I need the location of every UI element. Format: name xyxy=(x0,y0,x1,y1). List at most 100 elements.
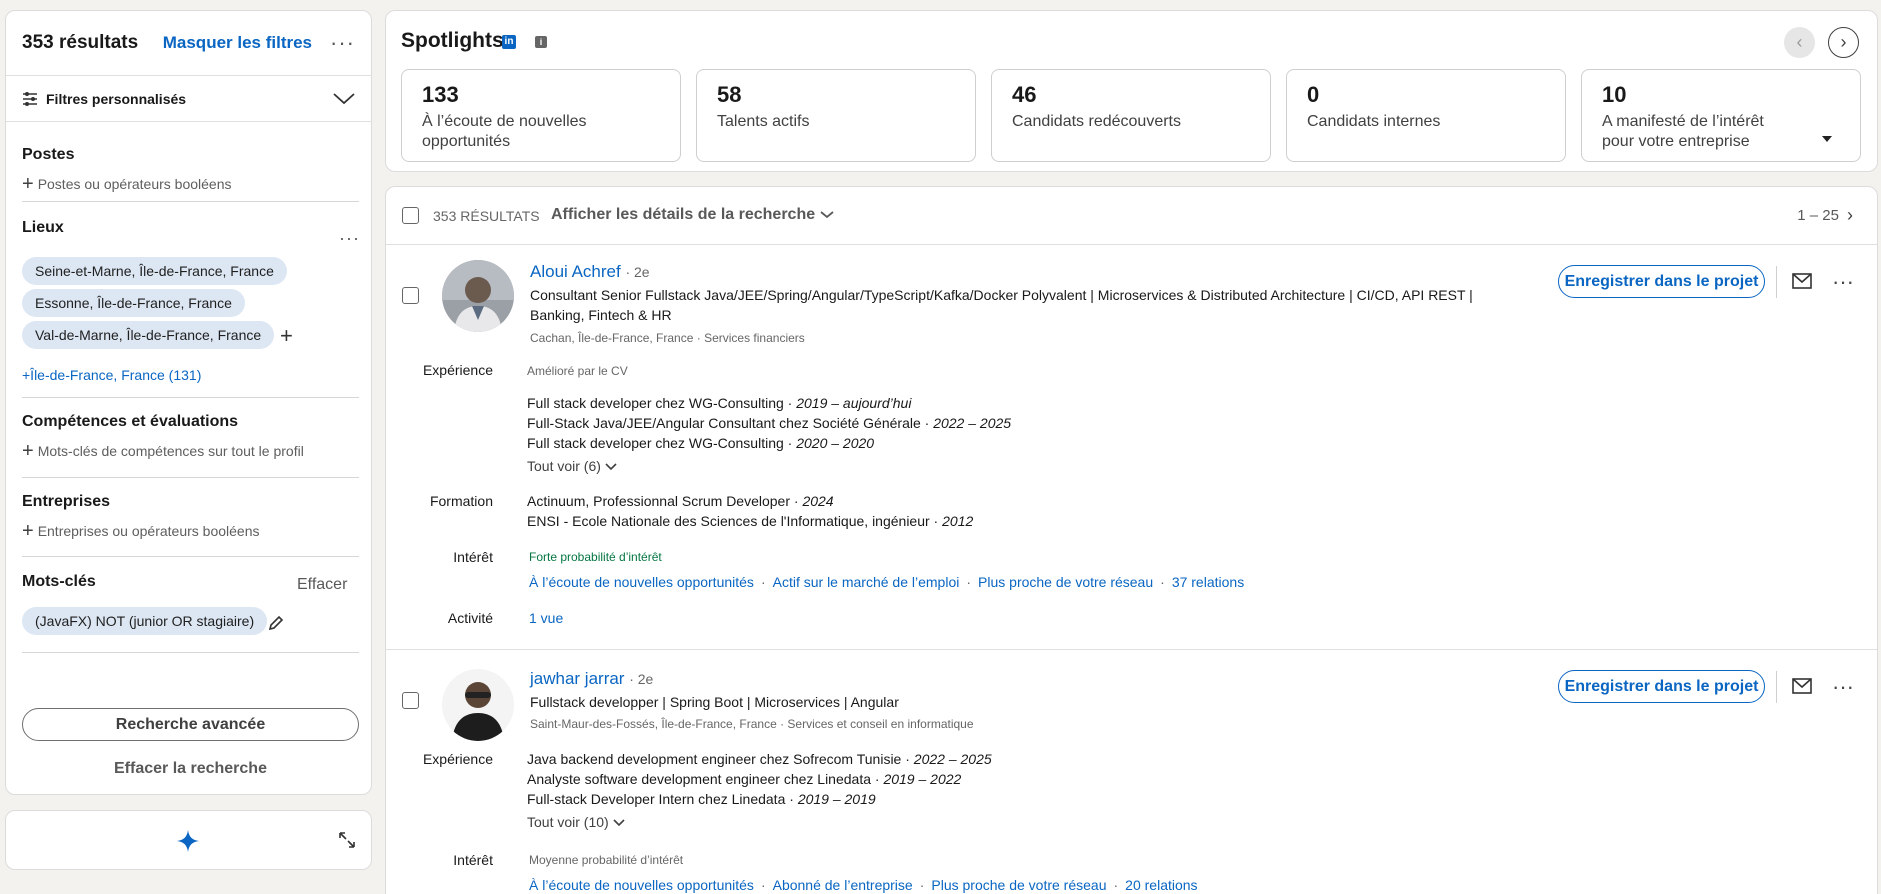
spotlight-stat[interactable]: 10 A manifesté de l’intérêt pour votre e… xyxy=(1581,69,1861,162)
keyword-pill[interactable]: (JavaFX) NOT (junior OR stagiaire) xyxy=(22,607,268,635)
candidate-avatar[interactable] xyxy=(442,669,514,741)
stat-label: Candidats redécouverts xyxy=(1012,113,1181,130)
mail-icon[interactable] xyxy=(1792,273,1812,289)
spotlight-stat[interactable]: 133 À l’écoute de nouvelles opportunités xyxy=(401,69,681,162)
formation-text: Actinuum, Professionnal Scrum Developer … xyxy=(527,493,803,509)
formation-text: ENSI - Ecole Nationale des Sciences de l… xyxy=(527,513,943,529)
hide-filters-link[interactable]: Masquer les filtres xyxy=(163,33,312,53)
edit-pencil-icon[interactable] xyxy=(268,615,284,631)
signal-link[interactable]: Abonné de l’entreprise xyxy=(773,877,913,893)
location-pill[interactable]: Essonne, Île-de-France, France xyxy=(22,289,245,317)
signals-row: À l’écoute de nouvelles opportunités · Abo… xyxy=(529,877,1198,893)
experience-line: Full stack developer chez WG-Consulting … xyxy=(527,435,874,451)
select-all-checkbox[interactable] xyxy=(402,207,419,224)
experience-dates: 2019 – 2022 xyxy=(883,771,962,787)
next-page-icon[interactable]: › xyxy=(1847,205,1853,226)
results-header: 353 RÉSULTATS Afficher les détails de la… xyxy=(386,187,1877,245)
postes-section: Postes + Postes ou opérateurs booléens xyxy=(22,146,359,194)
advanced-search-button[interactable]: Recherche avancée xyxy=(22,708,359,741)
chevron-down-icon xyxy=(333,92,355,104)
spotlight-stat[interactable]: 58 Talents actifs xyxy=(696,69,976,162)
add-competences-label: Mots-clés de compétences sur tout le pro… xyxy=(37,443,304,459)
lieux-title: Lieux xyxy=(22,219,64,236)
mail-icon[interactable] xyxy=(1792,678,1812,694)
save-to-project-button[interactable]: Enregistrer dans le projet xyxy=(1558,265,1765,298)
candidate-location: Cachan, Île-de-France, France · Services… xyxy=(530,331,805,345)
more-options-icon[interactable]: ··· xyxy=(1832,271,1854,293)
candidate-avatar[interactable] xyxy=(442,260,514,332)
divider xyxy=(1776,266,1777,298)
add-competences-button[interactable]: + Mots-clés de compétences sur tout le pr… xyxy=(22,441,359,461)
stat-label: Candidats internes xyxy=(1307,113,1441,130)
signal-link[interactable]: Plus proche de votre réseau xyxy=(931,877,1106,893)
pagination-label: 1 – 25 xyxy=(1797,207,1839,224)
results-count: 353 résultats xyxy=(22,32,139,53)
location-pill[interactable]: Val-de-Marne, Île-de-France, France xyxy=(22,321,275,349)
expand-icon[interactable] xyxy=(338,831,356,849)
experience-text: Full stack developer chez WG-Consulting … xyxy=(527,395,797,411)
signal-link[interactable]: À l’écoute de nouvelles opportunités xyxy=(529,877,754,893)
candidate-name[interactable]: Aloui Achref xyxy=(530,262,621,281)
divider xyxy=(22,397,359,398)
signal-link[interactable]: 20 relations xyxy=(1125,877,1197,893)
add-location-icon[interactable]: + xyxy=(280,323,293,349)
clear-search-button[interactable]: Effacer la recherche xyxy=(22,760,359,778)
divider xyxy=(22,652,359,653)
divider xyxy=(22,477,359,478)
prev-arrow-button[interactable]: ‹ xyxy=(1784,27,1815,58)
next-arrow-button[interactable]: › xyxy=(1828,27,1859,58)
signals-row: À l’écoute de nouvelles opportunités · Act… xyxy=(529,574,1245,590)
more-locations-link[interactable]: +Île-de-France, France (131) xyxy=(22,367,201,383)
signal-link[interactable]: Plus proche de votre réseau xyxy=(978,574,1153,590)
divider xyxy=(386,649,1877,650)
connection-degree: · 2e xyxy=(625,264,650,280)
location-pill[interactable]: Seine-et-Marne, Île-de-France, France xyxy=(22,257,287,285)
formation-line: ENSI - Ecole Nationale des Sciences de l… xyxy=(527,513,973,529)
formation-label: Formation xyxy=(429,493,493,509)
results-count-label: 353 RÉSULTATS xyxy=(433,208,540,224)
add-entreprises-button[interactable]: + Entreprises ou opérateurs booléens xyxy=(22,520,359,542)
experience-dates: 2022 – 2025 xyxy=(913,751,992,767)
experience-text: Analyste software development engineer c… xyxy=(527,771,884,787)
add-postes-button[interactable]: + Postes ou opérateurs booléens xyxy=(22,174,359,194)
divider xyxy=(22,201,359,202)
caret-down-icon[interactable] xyxy=(1822,136,1832,142)
experience-dates: 2019 – 2019 xyxy=(797,791,876,807)
experience-label: Expérience xyxy=(422,751,493,767)
candidate-name[interactable]: jawhar jarrar xyxy=(530,669,624,688)
ai-assistant-card xyxy=(5,810,372,870)
activity-link[interactable]: 1 vue xyxy=(529,610,563,626)
see-all-experience-link[interactable]: Tout voir (6) xyxy=(527,458,617,474)
candidate-name-row: jawhar jarrar · 2e xyxy=(530,669,653,689)
spotlights-card: Spotlights in i ‹ › 133 À l’écoute de no… xyxy=(385,10,1878,172)
divider xyxy=(1776,671,1777,703)
sparkle-icon[interactable] xyxy=(177,830,199,852)
stat-label: Talents actifs xyxy=(717,113,810,130)
search-details-toggle[interactable]: Afficher les détails de la recherche xyxy=(551,206,834,224)
interest-level: Forte probabilité d’intérêt xyxy=(529,550,662,564)
candidate-location: Saint-Maur-des-Fossés, Île-de-France, Fr… xyxy=(530,717,974,731)
experience-dates: 2022 – 2025 xyxy=(933,415,1012,431)
clear-keywords-button[interactable]: Effacer xyxy=(297,576,347,594)
signal-link[interactable]: Actif sur le marché de l’emploi xyxy=(773,574,960,590)
candidate-checkbox[interactable] xyxy=(402,692,419,709)
custom-filters-toggle[interactable]: Filtres personnalisés xyxy=(6,76,371,122)
entreprises-title: Entreprises xyxy=(22,493,111,510)
signal-link[interactable]: 37 relations xyxy=(1172,574,1244,590)
experience-line: Full stack developer chez WG-Consulting … xyxy=(527,395,911,411)
spotlight-stat[interactable]: 0 Candidats internes xyxy=(1286,69,1566,162)
signal-link[interactable]: À l’écoute de nouvelles opportunités xyxy=(529,574,754,590)
more-options-icon[interactable]: ··· xyxy=(330,32,355,54)
candidate-name-row: Aloui Achref · 2e xyxy=(530,262,650,282)
see-all-experience-link[interactable]: Tout voir (10) xyxy=(527,814,625,830)
stat-number: 133 xyxy=(422,82,459,107)
lieux-more-icon[interactable]: ··· xyxy=(339,229,360,247)
candidate-checkbox[interactable] xyxy=(402,287,419,304)
spotlight-stat[interactable]: 46 Candidats redécouverts xyxy=(991,69,1271,162)
plus-icon: + xyxy=(22,520,34,542)
save-to-project-button[interactable]: Enregistrer dans le projet xyxy=(1558,670,1765,703)
info-icon[interactable]: i xyxy=(535,36,547,48)
search-details-label: Afficher les détails de la recherche xyxy=(551,206,816,223)
filters-panel: 353 résultats Masquer les filtres ··· Fi… xyxy=(5,10,372,795)
more-options-icon[interactable]: ··· xyxy=(1832,676,1854,698)
